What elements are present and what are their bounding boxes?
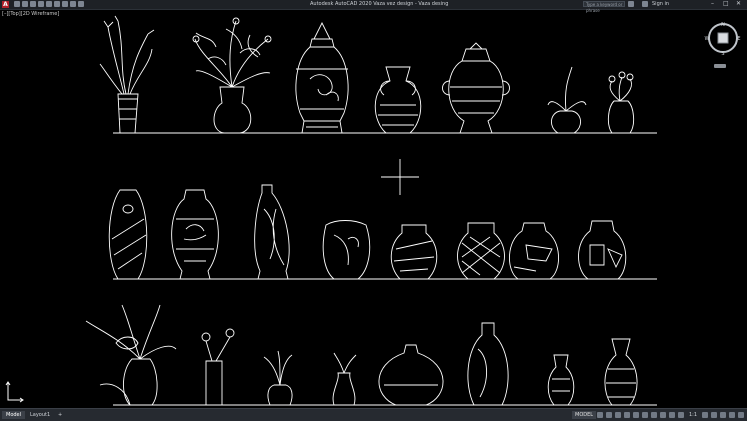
customize-menu-icon[interactable] [738, 412, 744, 418]
window-title: Autodesk AutoCAD 2020 Vaza vez design - … [310, 1, 449, 7]
osnap-icon[interactable] [633, 412, 639, 418]
search-input[interactable]: Type a keyword or phrase [583, 1, 625, 13]
units-icon[interactable] [711, 412, 717, 418]
crosshair-cursor [381, 159, 419, 195]
vase-lidded-urn [295, 21, 349, 134]
tab-model[interactable]: Model [2, 411, 26, 419]
minimize-button[interactable]: – [711, 1, 714, 7]
vase-baluster-small [547, 354, 575, 406]
close-button[interactable]: ✕ [736, 1, 741, 7]
save-icon[interactable] [30, 1, 36, 7]
sign-in-link[interactable]: Sign in [652, 1, 669, 7]
selection-cycling-icon[interactable] [669, 412, 675, 418]
save-as-icon[interactable] [38, 1, 44, 7]
navigation-bar[interactable] [714, 64, 726, 68]
status-bar: Model Layout1 + MODEL 1:1 [0, 408, 747, 421]
share-icon[interactable] [70, 1, 76, 7]
vase-tall-bottle [254, 184, 290, 280]
vase-geometric-globe [578, 220, 627, 280]
vase-patterned-jar [390, 224, 438, 280]
vase-two-handled [374, 66, 422, 134]
vase-rounded-shoulder [322, 220, 371, 280]
lineweight-icon[interactable] [651, 412, 657, 418]
tab-layout1[interactable]: Layout1 [26, 411, 54, 419]
vase-lattice-jar [457, 222, 505, 280]
compass-south[interactable]: S [721, 51, 724, 57]
open-file-icon[interactable] [22, 1, 28, 7]
annotation-icon[interactable] [678, 412, 684, 418]
annotation-scale[interactable]: 1:1 [689, 411, 697, 419]
vase-tall-ovoid [108, 189, 148, 280]
ortho-icon[interactable] [615, 412, 621, 418]
vase-peacock-arrangement [85, 304, 177, 406]
fullscreen-icon[interactable] [729, 412, 735, 418]
vase-small-flower [547, 66, 587, 134]
vase-glass-cylinder-dandelions [201, 328, 235, 406]
ucs-icon [5, 381, 24, 403]
user-icon[interactable] [642, 1, 648, 7]
vase-branches [99, 15, 155, 134]
grid-icon[interactable] [597, 412, 603, 418]
new-file-icon[interactable] [14, 1, 20, 7]
redo-icon[interactable] [62, 1, 68, 7]
isolate-icon[interactable] [720, 412, 726, 418]
vase-meiping [171, 189, 219, 280]
add-layout-tab[interactable]: + [54, 411, 66, 419]
workspace-gear-icon[interactable] [702, 412, 708, 418]
vase-cylinder-blossom [607, 71, 635, 134]
dropdown-icon[interactable] [78, 1, 84, 7]
vase-flower-bouquet [192, 17, 272, 134]
polar-icon[interactable] [624, 412, 630, 418]
vase-tall-bottle-bottom [467, 322, 509, 406]
vase-abstract-globe [509, 222, 559, 280]
compass-east[interactable]: E [737, 36, 740, 42]
undo-icon[interactable] [54, 1, 60, 7]
model-space-toggle[interactable]: MODEL [572, 411, 597, 419]
drawing-canvas[interactable] [0, 9, 747, 408]
compass-north[interactable]: N [721, 22, 725, 28]
viewcube-face[interactable] [717, 32, 729, 44]
print-icon[interactable] [46, 1, 52, 7]
vase-squat-onion [378, 344, 444, 406]
vase-lidded-amphora [442, 42, 510, 134]
snap-icon[interactable] [606, 412, 612, 418]
vase-potted-tulips [263, 350, 293, 406]
otrack-icon[interactable] [642, 412, 648, 418]
compass-west[interactable]: W [705, 36, 710, 42]
autocad-logo-icon[interactable]: A [2, 1, 9, 8]
maximize-button[interactable]: □ [723, 1, 729, 7]
viewcube-widget[interactable]: N S E W [704, 19, 742, 57]
vase-waisted-bud [332, 352, 357, 406]
vase-tall-amphora [604, 338, 638, 406]
transparency-icon[interactable] [660, 412, 666, 418]
search-icon[interactable] [628, 1, 634, 7]
